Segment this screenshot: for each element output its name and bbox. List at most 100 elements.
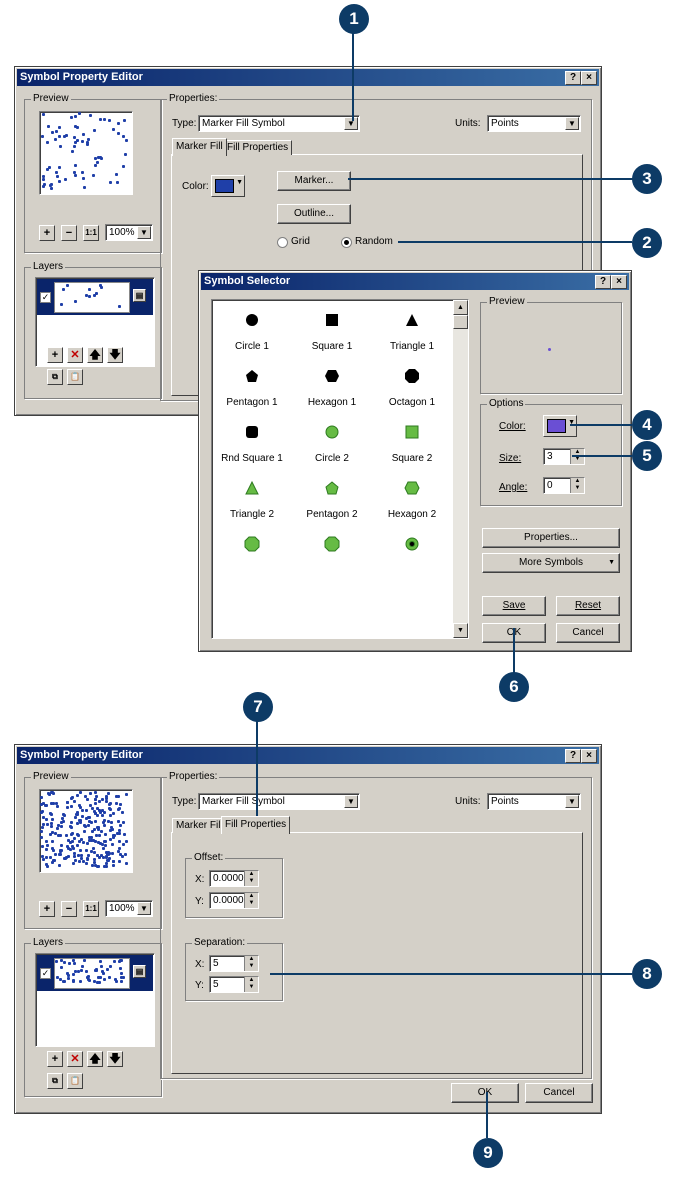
tab-fill-properties[interactable]: Fill Properties bbox=[223, 140, 293, 155]
symbol-square-1[interactable]: Square 1 bbox=[292, 312, 372, 352]
units-combo[interactable]: Points ▼ bbox=[487, 793, 581, 810]
offset-y-value: 0.0000 bbox=[213, 895, 244, 906]
help-button[interactable]: ? bbox=[565, 749, 581, 763]
chevron-down-icon[interactable]: ▼ bbox=[565, 117, 579, 130]
angle-spinner[interactable]: ▲ ▼ bbox=[570, 478, 584, 493]
tab-marker-fill[interactable]: Marker Fill bbox=[172, 818, 227, 833]
tab-fill-properties[interactable]: Fill Properties bbox=[221, 816, 291, 834]
layer-properties-icon[interactable]: ▤ bbox=[133, 965, 146, 978]
symbol-hexagon-2[interactable]: Hexagon 2 bbox=[372, 480, 452, 520]
symbol-triangle-2[interactable]: Triangle 2 bbox=[212, 480, 292, 520]
units-combo[interactable]: Points ▼ bbox=[487, 115, 581, 132]
delete-layer-button[interactable]: ✕ bbox=[67, 1051, 83, 1067]
symbol-circle-1[interactable]: Circle 1 bbox=[212, 312, 292, 352]
marker-dot bbox=[93, 980, 96, 983]
symbol-list[interactable]: Circle 1 Square 1 Triangle 1 Pentagon 1 Hexa… bbox=[211, 299, 469, 639]
grid-radio[interactable] bbox=[277, 237, 288, 248]
add-layer-button[interactable]: + bbox=[47, 1051, 63, 1067]
marker-button[interactable]: Marker... bbox=[277, 171, 351, 191]
outline-button[interactable]: Outline... bbox=[277, 204, 351, 224]
paste-layer-button[interactable]: 📋 bbox=[67, 369, 83, 385]
offset-x-field[interactable]: 0.0000 ▲ ▼ bbox=[209, 870, 259, 887]
symbol-partial[interactable] bbox=[292, 536, 372, 555]
symbol-triangle-1[interactable]: Triangle 1 bbox=[372, 312, 452, 352]
marker-dot bbox=[40, 830, 43, 833]
zoom-out-button[interactable]: − bbox=[61, 225, 77, 241]
separation-y-spinner[interactable]: ▲ ▼ bbox=[244, 977, 258, 992]
zoom-out-button[interactable]: − bbox=[61, 901, 77, 917]
zoom-in-button[interactable]: + bbox=[39, 225, 55, 241]
window-title-bar[interactable]: Symbol Selector ? × bbox=[201, 273, 629, 290]
offset-y-field[interactable]: 0.0000 ▲ ▼ bbox=[209, 892, 259, 909]
window-title-bar[interactable]: Symbol Property Editor ? × bbox=[17, 69, 599, 86]
color-picker-button[interactable]: ▼ bbox=[211, 175, 245, 197]
symbol-hexagon-1[interactable]: Hexagon 1 bbox=[292, 368, 372, 408]
zoom-in-button[interactable]: + bbox=[39, 901, 55, 917]
symbol-octagon-1[interactable]: Octagon 1 bbox=[372, 368, 452, 408]
selected-layer-row[interactable]: ✓ ▤ bbox=[37, 279, 153, 315]
symbol-pentagon-2[interactable]: Pentagon 2 bbox=[292, 480, 372, 520]
tab-marker-fill[interactable]: Marker Fill bbox=[172, 138, 227, 156]
window-title-bar[interactable]: Symbol Property Editor ? × bbox=[17, 747, 599, 764]
offset-y-spinner[interactable]: ▲ ▼ bbox=[244, 893, 258, 908]
offset-x-spinner[interactable]: ▲ ▼ bbox=[244, 871, 258, 886]
copy-layer-button[interactable]: ⧉ bbox=[47, 369, 63, 385]
separation-x-spinner[interactable]: ▲ ▼ bbox=[244, 956, 258, 971]
help-button[interactable]: ? bbox=[595, 275, 611, 289]
chevron-down-icon[interactable]: ▼ bbox=[137, 902, 151, 915]
color-picker-button[interactable]: ▼ bbox=[543, 415, 577, 437]
move-layer-up-button[interactable]: 🡅 bbox=[87, 1051, 103, 1067]
more-symbols-button[interactable]: More Symbols ▼ bbox=[482, 553, 620, 573]
random-radio[interactable] bbox=[341, 237, 352, 248]
delete-layer-button[interactable]: ✕ bbox=[67, 347, 83, 363]
move-layer-down-button[interactable]: 🡇 bbox=[107, 347, 123, 363]
chevron-down-icon[interactable]: ▼ bbox=[344, 117, 358, 130]
zoom-combo[interactable]: 100% ▼ bbox=[105, 900, 153, 917]
angle-field[interactable]: 0 ▲ ▼ bbox=[543, 477, 585, 494]
properties-button[interactable]: Properties... bbox=[482, 528, 620, 548]
symbol-circle-2[interactable]: Circle 2 bbox=[292, 424, 372, 464]
close-button[interactable]: × bbox=[581, 71, 597, 85]
layer-visible-checkbox[interactable]: ✓ bbox=[40, 292, 51, 303]
layer-properties-icon[interactable]: ▤ bbox=[133, 289, 146, 302]
actual-size-button[interactable]: 1:1 bbox=[83, 901, 99, 917]
symbol-partial[interactable] bbox=[372, 536, 452, 555]
close-button[interactable]: × bbox=[581, 749, 597, 763]
separation-y-field[interactable]: 5 ▲ ▼ bbox=[209, 976, 259, 993]
type-combo[interactable]: Marker Fill Symbol ▼ bbox=[198, 115, 360, 132]
type-combo[interactable]: Marker Fill Symbol ▼ bbox=[198, 793, 360, 810]
move-layer-up-button[interactable]: 🡅 bbox=[87, 347, 103, 363]
ok-button[interactable]: OK bbox=[451, 1083, 519, 1103]
reset-button[interactable]: Reset bbox=[556, 596, 620, 616]
chevron-down-icon[interactable]: ▼ bbox=[344, 795, 358, 808]
marker-dot bbox=[63, 961, 66, 964]
zoom-combo[interactable]: 100% ▼ bbox=[105, 224, 153, 241]
layer-visible-checkbox[interactable]: ✓ bbox=[40, 968, 51, 979]
cancel-button[interactable]: Cancel bbox=[556, 623, 620, 643]
copy-layer-button[interactable]: ⧉ bbox=[47, 1073, 63, 1089]
scroll-up-button[interactable]: ▲ bbox=[453, 300, 468, 315]
move-layer-down-button[interactable]: 🡇 bbox=[107, 1051, 123, 1067]
scroll-down-button[interactable]: ▼ bbox=[453, 623, 468, 638]
close-button[interactable]: × bbox=[611, 275, 627, 289]
chevron-down-icon[interactable]: ▼ bbox=[565, 795, 579, 808]
marker-dot bbox=[66, 806, 69, 809]
marker-dot bbox=[94, 864, 97, 867]
separation-x-field[interactable]: 5 ▲ ▼ bbox=[209, 955, 259, 972]
save-button[interactable]: Save bbox=[482, 596, 546, 616]
triangle-icon bbox=[406, 314, 418, 326]
symbol-square-2[interactable]: Square 2 bbox=[372, 424, 452, 464]
symbol-rnd-square-1[interactable]: Rnd Square 1 bbox=[212, 424, 292, 464]
scroll-thumb[interactable] bbox=[453, 315, 468, 329]
symbol-partial[interactable] bbox=[212, 536, 292, 555]
scrollbar[interactable]: ▲ ▼ bbox=[453, 300, 468, 638]
add-layer-button[interactable]: + bbox=[47, 347, 63, 363]
symbol-pentagon-1[interactable]: Pentagon 1 bbox=[212, 368, 292, 408]
actual-size-button[interactable]: 1:1 bbox=[83, 225, 99, 241]
chevron-down-icon[interactable]: ▼ bbox=[137, 226, 151, 239]
help-button[interactable]: ? bbox=[565, 71, 581, 85]
paste-layer-button[interactable]: 📋 bbox=[67, 1073, 83, 1089]
layers-list[interactable]: ✓ ▤ bbox=[35, 953, 155, 1047]
cancel-button[interactable]: Cancel bbox=[525, 1083, 593, 1103]
selected-layer-row[interactable]: ✓ ▤ bbox=[37, 955, 153, 991]
